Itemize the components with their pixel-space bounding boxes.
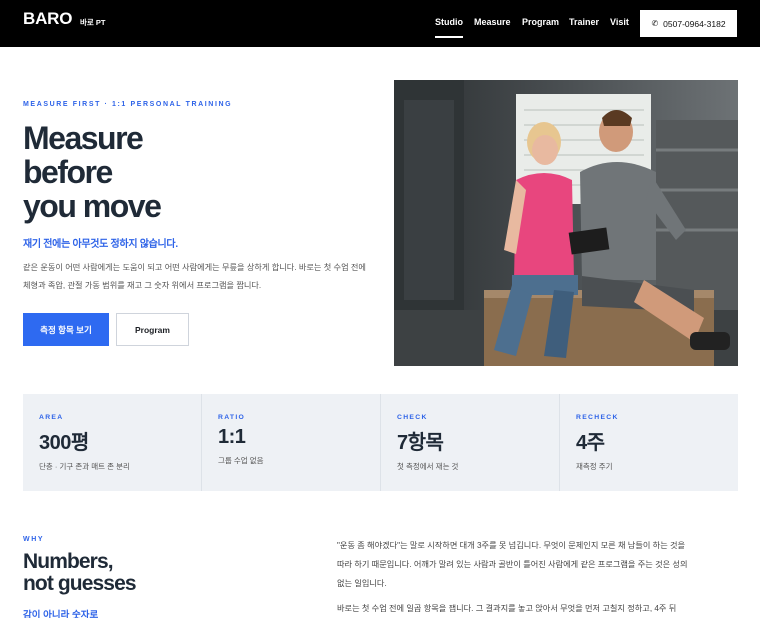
- stat-desc: 첫 측정에서 재는 것: [397, 462, 459, 471]
- stat-label: RECHECK: [576, 414, 619, 421]
- hero-subtitle: 재기 전에는 아무것도 정하지 않습니다.: [23, 239, 178, 250]
- stat-desc: 재측정 주기: [576, 462, 613, 471]
- why-title: Numbers, not guesses: [23, 550, 137, 595]
- stat-value: 1:1: [218, 426, 246, 448]
- logo[interactable]: BARO: [23, 9, 72, 29]
- stat-ratio: RATIO 1:1 그룹 수업 없음: [202, 394, 381, 491]
- nav-link-studio[interactable]: Studio: [435, 17, 463, 38]
- nav-link-visit[interactable]: Visit: [610, 17, 629, 27]
- stat-recheck: RECHECK 4주 재측정 주기: [560, 394, 738, 491]
- why-title-line: Numbers,: [23, 550, 114, 573]
- stat-label: RATIO: [218, 414, 246, 421]
- hero-title-line: you move: [23, 188, 162, 224]
- stat-value: 300평: [39, 432, 89, 454]
- phone-number: 0507-0964-3182: [663, 18, 726, 29]
- phone-button[interactable]: ✆ 0507-0964-3182: [640, 10, 737, 37]
- stats-bar: AREA 300평 단층 · 기구 존과 매트 존 분리 RATIO 1:1 그…: [23, 394, 738, 491]
- hero-eyebrow: MEASURE FIRST · 1:1 PERSONAL TRAINING: [23, 101, 233, 108]
- stat-area: AREA 300평 단층 · 기구 존과 매트 존 분리: [23, 394, 202, 491]
- phone-icon: ✆: [651, 19, 659, 28]
- nav-link-program[interactable]: Program: [522, 17, 559, 27]
- why-subtitle: 감이 아니라 숫자로: [23, 610, 99, 618]
- why-paragraph: 바로는 첫 수업 전에 일곱 항목을 잽니다. 그 결과지를 놓고 앉아서 무엇…: [337, 604, 677, 613]
- why-title-line: not guesses: [23, 572, 137, 595]
- program-button[interactable]: Program: [116, 313, 189, 346]
- why-paragraph: "운동 좀 해야겠다"는 말로 시작하면 대개 3주를 못 넘깁니다. 무엇이 …: [337, 541, 688, 588]
- stat-label: CHECK: [397, 414, 428, 421]
- measure-items-button[interactable]: 측정 항목 보기: [23, 313, 109, 346]
- hero-photo: [394, 80, 738, 366]
- stat-desc: 그룹 수업 없음: [218, 456, 264, 465]
- stat-value: 7항목: [397, 432, 444, 454]
- why-eyebrow: WHY: [23, 536, 45, 543]
- stat-value: 4주: [576, 432, 605, 454]
- hero-title: Measure before you move: [23, 121, 323, 223]
- stat-check: CHECK 7항목 첫 측정에서 재는 것: [381, 394, 560, 491]
- nav-link-trainer[interactable]: Trainer: [569, 17, 599, 27]
- top-navbar: BARO 바로 PT Studio Measure Program Traine…: [0, 0, 760, 47]
- hero-title-line: before: [23, 154, 113, 190]
- stat-label: AREA: [39, 414, 64, 421]
- logo-subtitle: 바로 PT: [80, 18, 106, 27]
- hero-photo-illustration: [394, 80, 738, 366]
- why-body: "운동 좀 해야겠다"는 말로 시작하면 대개 3주를 못 넘깁니다. 무엇이 …: [337, 536, 693, 618]
- hero-title-line: Measure: [23, 120, 144, 156]
- nav-link-measure[interactable]: Measure: [474, 17, 511, 27]
- hero-body: 같은 운동이 어떤 사람에게는 도움이 되고 어떤 사람에게는 무릎을 상하게 …: [23, 263, 366, 290]
- stat-desc: 단층 · 기구 존과 매트 존 분리: [39, 462, 130, 471]
